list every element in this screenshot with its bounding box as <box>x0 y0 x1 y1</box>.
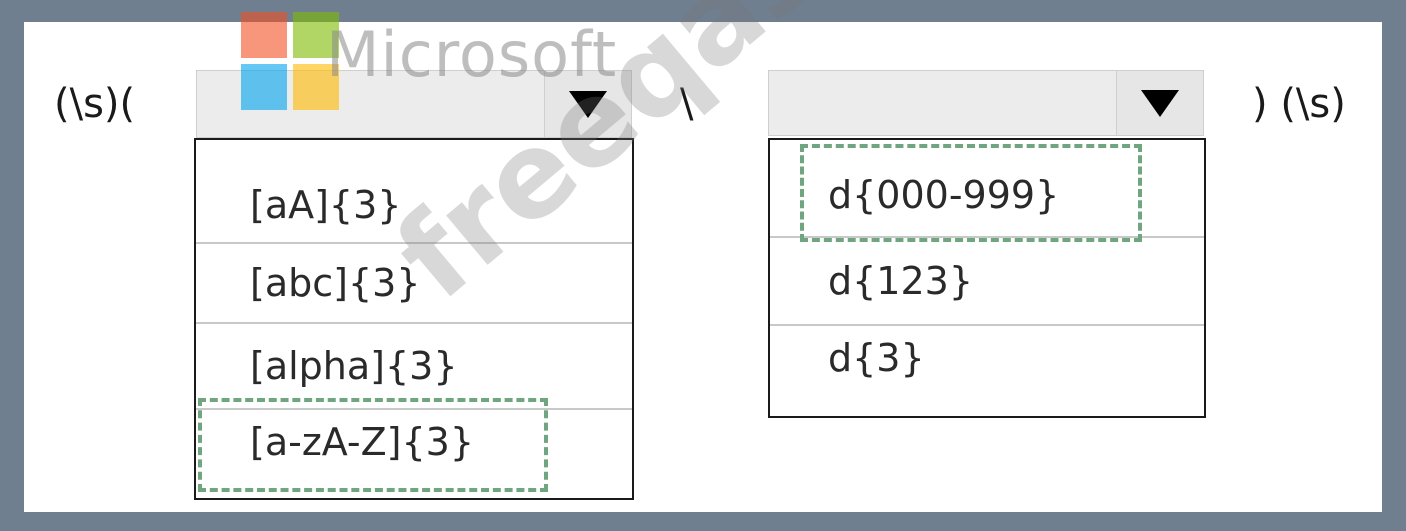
dropdown-2-option-1[interactable]: d{000-999} <box>770 154 1204 238</box>
dropdown-2-toggle[interactable] <box>1116 71 1203 135</box>
dropdown-2[interactable] <box>768 70 1204 136</box>
regex-prefix: (\s)( <box>54 81 136 127</box>
dropdown-1-option-4[interactable]: [a-zA-Z]{3} <box>196 410 632 474</box>
dropdown-1-option-3[interactable]: [alpha]{3} <box>196 324 632 410</box>
dropdown-2-options: d{000-999} d{123} d{3} <box>768 138 1206 418</box>
chevron-down-icon <box>1141 89 1179 117</box>
dropdown-2-option-2[interactable]: d{123} <box>770 238 1204 326</box>
dropdown-2-option-3[interactable]: d{3} <box>770 326 1204 390</box>
regex-suffix: ) (\s) <box>1252 81 1346 127</box>
